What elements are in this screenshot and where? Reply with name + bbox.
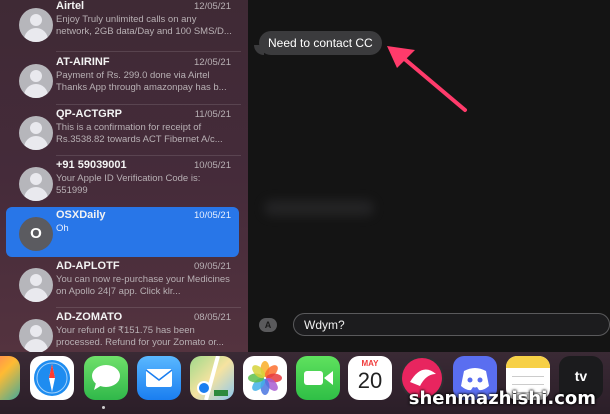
- conversation-name: AD-APLOTF: [56, 260, 120, 272]
- conversation-preview: Oh: [56, 223, 69, 234]
- contact-avatar: O: [19, 217, 53, 251]
- conversation-date: 10/05/21: [194, 160, 231, 171]
- conversation-list[interactable]: Airtel 12/05/21 Enjoy Truly unlimited ca…: [0, 0, 248, 352]
- conversation-preview: Your Apple ID Verification Code is: 5519…: [56, 173, 201, 196]
- mail-icon[interactable]: [137, 356, 181, 400]
- calendar-month: MAY: [361, 359, 379, 368]
- conversation-name: AT-AIRINF: [56, 56, 110, 68]
- conversation-preview: This is a confirmation for receipt of Rs…: [56, 122, 223, 145]
- conversation-name: AD-ZOMATO: [56, 311, 123, 323]
- conversation-date: 12/05/21: [194, 57, 231, 68]
- conversation-name: +91 59039001: [56, 159, 127, 171]
- contact-avatar: [19, 268, 53, 302]
- appletv-label: tv: [574, 368, 588, 384]
- contact-avatar: [19, 319, 53, 352]
- conversation-item[interactable]: +91 59039001 10/05/21 Your Apple ID Veri…: [6, 157, 239, 207]
- contact-avatar: [19, 167, 53, 201]
- safari-icon[interactable]: [30, 356, 74, 400]
- conversation-date: 12/05/21: [194, 1, 231, 12]
- app-store-icon: A: [264, 320, 272, 330]
- app-store-button[interactable]: A: [259, 318, 277, 332]
- contact-avatar: [19, 64, 53, 98]
- conversation-item-selected[interactable]: O OSXDaily 10/05/21 Oh: [6, 207, 239, 257]
- contact-avatar: [19, 8, 53, 42]
- conversation-preview: Enjoy Truly unlimited calls on any netwo…: [56, 14, 232, 37]
- divider: [56, 307, 241, 308]
- maps-icon[interactable]: [190, 356, 234, 400]
- annotation-arrow-icon: [387, 46, 467, 112]
- conversation-date: 11/05/21: [194, 109, 231, 120]
- calendar-icon[interactable]: MAY 20: [348, 356, 392, 400]
- divider: [56, 155, 241, 156]
- conversation-preview: Payment of Rs. 299.0 done via Airtel Tha…: [56, 70, 227, 93]
- facetime-icon[interactable]: [296, 356, 340, 400]
- conversation-date: 10/05/21: [194, 210, 231, 221]
- messages-icon[interactable]: [84, 356, 128, 400]
- conversation-name: Airtel: [56, 0, 85, 12]
- conversation-date: 09/05/21: [194, 261, 231, 272]
- launchpad-icon[interactable]: [0, 356, 20, 400]
- chat-pane: Need to contact CC A: [248, 0, 610, 352]
- message-bubble[interactable]: Need to contact CC: [259, 31, 382, 55]
- contact-avatar: [19, 116, 53, 150]
- message-input[interactable]: [293, 313, 610, 336]
- divider: [56, 51, 241, 52]
- running-indicator: [102, 406, 105, 409]
- watermark: shenmazhishi.com: [408, 388, 596, 409]
- conversation-item[interactable]: AT-AIRINF 12/05/21 Payment of Rs. 299.0 …: [6, 54, 239, 104]
- conversation-item[interactable]: QP-ACTGRP 11/05/21 This is a confirmatio…: [6, 106, 239, 156]
- conversation-name: QP-ACTGRP: [56, 108, 122, 120]
- divider: [56, 104, 241, 105]
- conversation-item[interactable]: AD-APLOTF 09/05/21 You can now re-purcha…: [6, 258, 239, 308]
- conversation-preview: You can now re-purchase your Medicines o…: [56, 274, 230, 297]
- conversation-date: 08/05/21: [194, 312, 231, 323]
- calendar-day: 20: [357, 368, 383, 393]
- photos-icon[interactable]: [243, 356, 287, 400]
- conversation-name: OSXDaily: [56, 209, 106, 221]
- conversation-item[interactable]: Airtel 12/05/21 Enjoy Truly unlimited ca…: [6, 0, 239, 48]
- blurred-message: [264, 200, 374, 216]
- conversation-preview: Your refund of ₹151.75 has been processe…: [56, 325, 224, 348]
- conversation-item[interactable]: AD-ZOMATO 08/05/21 Your refund of ₹151.7…: [6, 309, 239, 352]
